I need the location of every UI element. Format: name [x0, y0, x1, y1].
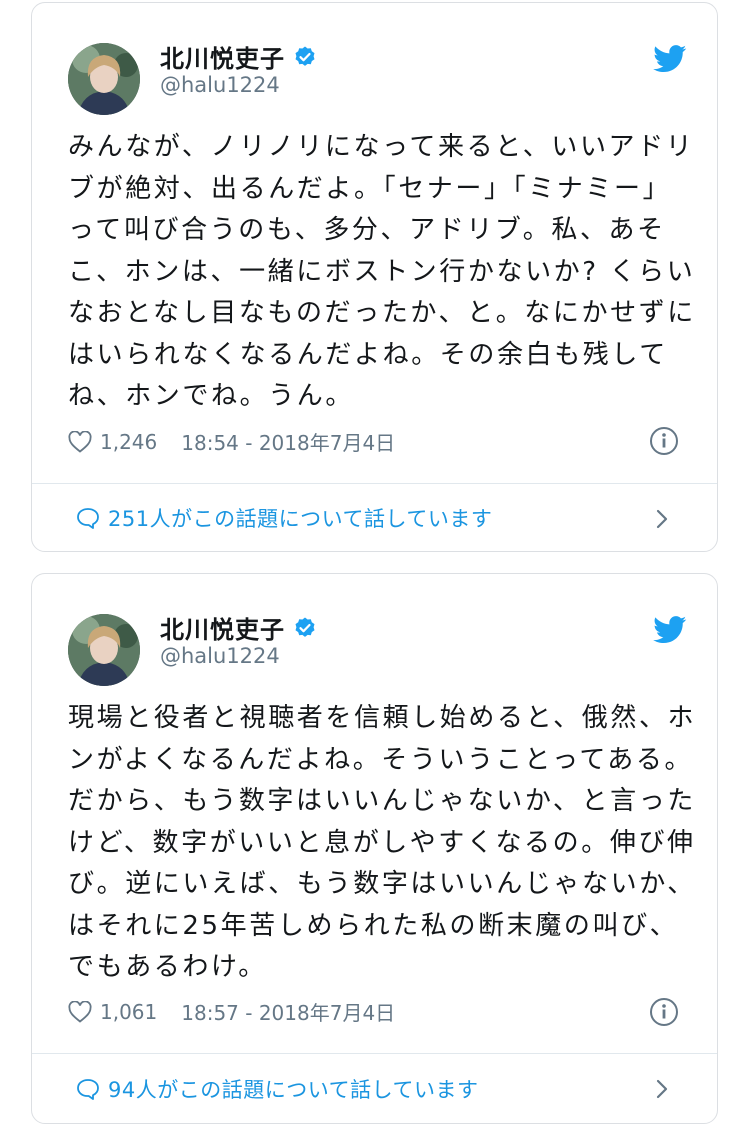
verified-badge-icon [295, 46, 315, 66]
conversation-link[interactable]: 251人がこの話題について話しています [76, 503, 492, 533]
like-count: 1,061 [100, 999, 158, 1024]
user-handle[interactable]: @halu1224 [160, 73, 280, 97]
conversation-text[interactable]: 94人がこの話題について話しています [108, 1074, 478, 1104]
tweet-text-line: はいられなくなるんだよね。その余白も残して [68, 339, 668, 370]
tweet-meta: 1,061 18:57 - 2018年7月4日 [68, 997, 395, 1026]
speech-bubble-icon [77, 1079, 99, 1100]
heart-icon[interactable] [68, 1000, 92, 1023]
avatar[interactable] [68, 614, 140, 686]
user-name[interactable]: 北川悦吏子 [160, 610, 285, 645]
tweet-text-line: だから、もう数字はいいんじゃないか、と言った [68, 786, 696, 816]
info-icon[interactable] [649, 997, 679, 1027]
chevron-right-icon[interactable] [655, 1078, 669, 1100]
tweet-card[interactable]: 北川悦吏子 @halu1224 みんなが、ノリノリになって来ると、いいアドリ ブ… [31, 2, 718, 552]
avatar[interactable] [68, 43, 140, 115]
tweet-text: みんなが、ノリノリになって来ると、いいアドリ ブが絶対、出るんだよ。「セナー」「… [68, 127, 698, 418]
tweet-text-line: って叫び合うのも、多分、アドリブ。私、あそ [68, 215, 666, 245]
tweet-timestamp[interactable]: 18:57 - 2018年7月4日 [181, 997, 395, 1026]
twitter-bird-icon[interactable] [653, 45, 687, 73]
tweet-text-line: ブが絶対、出るんだよ。「セナー」「ミナミー」 [68, 173, 672, 204]
tweet-meta: 1,246 18:54 - 2018年7月4日 [68, 427, 395, 456]
tweet-card[interactable]: 北川悦吏子 @halu1224 現場と役者と視聴者を信頼し始めると、俄然、ホ ン… [31, 573, 718, 1124]
divider [32, 1053, 717, 1054]
tweet-text: 現場と役者と視聴者を信頼し始めると、俄然、ホ ンがよくなるんだよね。そういうこと… [68, 698, 698, 989]
tweet-text-line: ンがよくなるんだよね。そういうことってある。 [68, 744, 694, 775]
info-icon[interactable] [649, 426, 679, 456]
tweet-text-line: はそれに25年苦しめられた私の断末魔の叫び、 [68, 910, 679, 941]
chevron-right-icon[interactable] [655, 508, 669, 530]
user-handle[interactable]: @halu1224 [160, 644, 280, 668]
twitter-bird-icon[interactable] [653, 616, 687, 644]
tweet-timestamp[interactable]: 18:54 - 2018年7月4日 [181, 427, 395, 456]
speech-bubble-icon [77, 508, 99, 529]
tweet-text-line: けど、数字がいいと息がしやすくなるの。伸び伸 [68, 827, 696, 858]
tweet-text-line: みんなが、ノリノリになって来ると、いいアドリ [68, 132, 695, 162]
tweet-text-line: なおとなし目なものだったか、と。なにかせずに [68, 298, 696, 328]
conversation-link[interactable]: 94人がこの話題について話しています [76, 1074, 478, 1104]
tweet-text-line: 現場と役者と視聴者を信頼し始めると、俄然、ホ [68, 703, 697, 733]
user-name[interactable]: 北川悦吏子 [160, 39, 285, 74]
tweet-text-line: でもあるわけ。 [68, 952, 267, 982]
heart-icon[interactable] [68, 430, 92, 453]
tweet-text-line: び。逆にいえば、もう数字はいいんじゃないか、 [68, 869, 696, 899]
conversation-text[interactable]: 251人がこの話題について話しています [108, 503, 492, 533]
divider [32, 483, 717, 484]
tweet-text-line: こ、ホンは、一緒にボストン行かないか? くらい [68, 256, 696, 287]
tweet-text-line: ね、ホンでね。うん。 [68, 381, 355, 411]
verified-badge-icon [295, 617, 315, 637]
like-count: 1,246 [100, 429, 158, 454]
